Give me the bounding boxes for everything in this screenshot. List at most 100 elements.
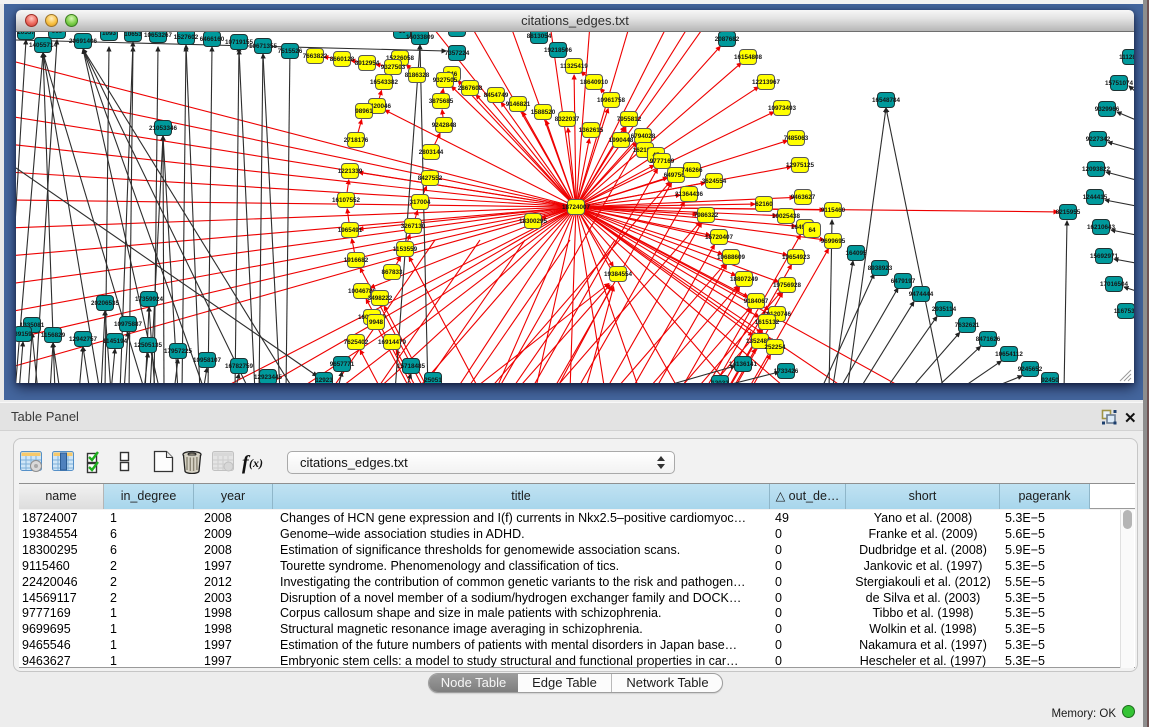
- svg-text:1153559: 1153559: [393, 246, 418, 253]
- svg-text:1965491: 1965491: [338, 227, 363, 234]
- svg-text:8660128: 8660128: [330, 56, 355, 63]
- svg-text:92450: 92450: [1041, 377, 1059, 383]
- svg-text:1167531: 1167531: [1114, 308, 1134, 315]
- svg-text:1615132: 1615132: [755, 319, 780, 326]
- svg-text:39159: 39159: [16, 331, 32, 338]
- svg-text:8813054: 8813054: [527, 33, 552, 40]
- svg-text:8471626: 8471626: [976, 336, 1001, 343]
- svg-text:317004: 317004: [409, 199, 431, 206]
- svg-text:20557: 20557: [17, 32, 35, 36]
- svg-text:867833: 867833: [381, 269, 403, 276]
- svg-text:1112897: 1112897: [1119, 54, 1134, 61]
- svg-text:19384554: 19384554: [604, 271, 633, 278]
- svg-text:17016504: 17016504: [1100, 281, 1129, 288]
- svg-text:64: 64: [808, 227, 816, 234]
- svg-text:9474444: 9474444: [909, 291, 934, 298]
- svg-text:7625402: 7625402: [344, 339, 369, 346]
- svg-text:2867608: 2867608: [458, 85, 483, 92]
- svg-text:1916682: 1916682: [344, 257, 369, 264]
- svg-text:62160: 62160: [755, 201, 773, 208]
- svg-text:1145194: 1145194: [103, 338, 128, 345]
- svg-text:14055714: 14055714: [29, 42, 58, 49]
- svg-text:9227342: 9227342: [1086, 136, 1111, 143]
- svg-text:6466160: 6466160: [200, 36, 225, 43]
- svg-text:16914479: 16914479: [378, 339, 407, 346]
- svg-text:16543382: 16543382: [370, 79, 399, 86]
- svg-text:8186328: 8186328: [405, 72, 430, 79]
- svg-text:19756928: 19756928: [773, 282, 802, 289]
- svg-text:19654923: 19654923: [782, 254, 811, 261]
- svg-text:16210643: 16210643: [1087, 224, 1116, 231]
- svg-text:18640910: 18640910: [580, 79, 609, 86]
- svg-text:1221339: 1221339: [338, 168, 363, 175]
- svg-text:21364436: 21364436: [675, 191, 704, 198]
- svg-text:10688609: 10688609: [717, 254, 746, 261]
- svg-text:12923445: 12923445: [254, 374, 283, 381]
- svg-text:20691406: 20691406: [69, 38, 98, 45]
- svg-text:1527602: 1527602: [174, 34, 199, 41]
- svg-text:16548784: 16548784: [872, 97, 901, 104]
- svg-text:15692971: 15692971: [1090, 253, 1119, 260]
- svg-text:7357224: 7357224: [445, 50, 470, 57]
- svg-text:8215955: 8215955: [1056, 209, 1081, 216]
- svg-text:16033809: 16033809: [406, 34, 435, 41]
- svg-text:164095: 164095: [845, 250, 867, 257]
- svg-text:9327503: 9327503: [381, 64, 406, 71]
- svg-text:10653267: 10653267: [144, 32, 173, 39]
- svg-text:2087682: 2087682: [715, 36, 740, 43]
- svg-text:9329966: 9329966: [1095, 106, 1120, 113]
- svg-text:7986322: 7986322: [694, 212, 719, 219]
- svg-text:9699695: 9699695: [821, 238, 846, 245]
- svg-text:10671355: 10671355: [249, 43, 278, 50]
- svg-text:12093822: 12093822: [1082, 166, 1111, 173]
- svg-text:7632621: 7632621: [955, 322, 980, 329]
- svg-text:252254: 252254: [764, 344, 786, 351]
- svg-text:9146821: 9146821: [506, 101, 531, 108]
- svg-text:9777169: 9777169: [650, 158, 675, 165]
- svg-text:8322037: 8322037: [555, 116, 580, 123]
- svg-text:14136141: 14136141: [729, 361, 758, 368]
- svg-text:8454749: 8454749: [484, 92, 509, 99]
- svg-text:6479197: 6479197: [891, 278, 916, 285]
- svg-text:16107552: 16107552: [332, 197, 361, 204]
- svg-text:969: 969: [52, 32, 63, 35]
- svg-text:17359924: 17359924: [135, 296, 164, 303]
- svg-text:12505135: 12505135: [134, 342, 163, 349]
- svg-text:10961758: 10961758: [597, 97, 626, 104]
- svg-text:18300295: 18300295: [519, 218, 548, 225]
- svg-text:10653: 10653: [124, 32, 142, 38]
- svg-text:9184067: 9184067: [744, 298, 769, 305]
- svg-text:9245652: 9245652: [1018, 366, 1043, 373]
- svg-text:2935114: 2935114: [932, 306, 957, 313]
- svg-text:1588520: 1588520: [531, 109, 556, 116]
- svg-text:7663822: 7663822: [303, 53, 328, 60]
- svg-text:1244415: 1244415: [1083, 194, 1108, 201]
- svg-text:15751074: 15751074: [1105, 80, 1134, 87]
- svg-text:17957225: 17957225: [164, 348, 193, 355]
- svg-text:25051: 25051: [424, 377, 442, 383]
- svg-text:12975125: 12975125: [786, 162, 815, 169]
- svg-text:9242848: 9242848: [432, 122, 457, 129]
- svg-text:12923: 12923: [315, 377, 333, 383]
- svg-text:9463627: 9463627: [791, 194, 816, 201]
- svg-text:6794028: 6794028: [631, 133, 656, 140]
- svg-text:88: 88: [453, 32, 461, 33]
- svg-text:12032: 12032: [711, 380, 729, 383]
- svg-text:10973493: 10973493: [768, 105, 797, 112]
- svg-text:10025438: 10025438: [772, 213, 801, 220]
- svg-text:10975887: 10975887: [114, 321, 143, 328]
- svg-text:1156829: 1156829: [41, 332, 66, 339]
- svg-text:7485063: 7485063: [784, 135, 809, 142]
- svg-text:8912954: 8912954: [355, 60, 380, 67]
- svg-text:9657771: 9657771: [330, 361, 355, 368]
- svg-text:16: 16: [398, 32, 406, 35]
- svg-text:20206535: 20206535: [91, 300, 120, 307]
- svg-text:(x): (x): [249, 456, 263, 470]
- svg-text:18807249: 18807249: [730, 276, 759, 283]
- svg-text:19218506: 19218506: [544, 47, 573, 54]
- svg-text:21053346: 21053346: [149, 125, 178, 132]
- svg-text:8427552: 8427552: [418, 175, 443, 182]
- svg-text:10958107: 10958107: [193, 357, 222, 364]
- svg-text:1093: 1093: [102, 32, 117, 37]
- svg-text:16154808: 16154808: [734, 54, 763, 61]
